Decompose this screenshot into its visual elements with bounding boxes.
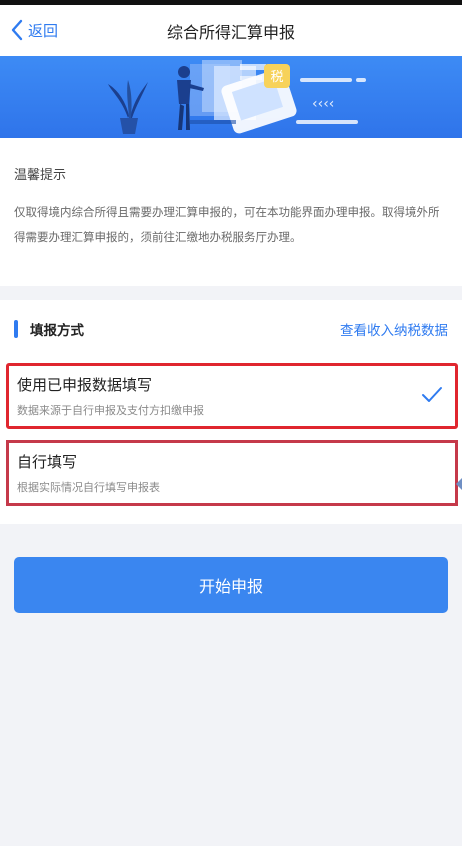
option-self-fill[interactable]: 自行填写 根据实际情况自行填写申报表	[6, 440, 458, 506]
option-use-declared-data[interactable]: 使用已申报数据填写 数据来源于自行申报及支付方扣缴申报	[6, 363, 458, 429]
section-marker	[14, 320, 18, 338]
banner: 税 ‹‹‹‹	[0, 56, 462, 138]
tips-body: 仅取得境内综合所得且需要办理汇算申报的，可在本功能界面办理申报。取得境外所得需要…	[14, 205, 440, 244]
option-title: 自行填写	[17, 453, 78, 471]
banner-illustration: 税 ‹‹‹‹	[108, 60, 366, 134]
option-subtitle: 根据实际情况自行填写申报表	[17, 481, 160, 494]
banner-arrows: ‹‹‹‹	[312, 96, 334, 112]
view-tax-data-link[interactable]: 查看收入纳税数据	[340, 319, 448, 339]
svg-text:税: 税	[270, 70, 283, 85]
plant-illustration	[108, 80, 148, 134]
option-subtitle: 数据来源于自行申报及支付方扣缴申报	[17, 404, 204, 417]
filing-method-panel: 填报方式 查看收入纳税数据 使用已申报数据填写 数据来源于自行申报及支付方扣缴申…	[0, 300, 462, 524]
checkmark-icon	[422, 387, 442, 402]
edge-arrow-icon	[456, 478, 462, 490]
top-bar: 返回 综合所得汇算申报	[0, 0, 462, 56]
tips-title: 温馨提示	[14, 168, 67, 183]
tips-panel: 温馨提示 仅取得境内综合所得且需要办理汇算申报的，可在本功能界面办理申报。取得境…	[0, 138, 462, 286]
tax-badge: 税	[264, 64, 290, 88]
option-title: 使用已申报数据填写	[17, 376, 153, 394]
page-title: 综合所得汇算申报	[166, 23, 295, 42]
section-title: 填报方式	[30, 323, 84, 339]
start-filing-button[interactable]: 开始申报	[14, 557, 448, 613]
